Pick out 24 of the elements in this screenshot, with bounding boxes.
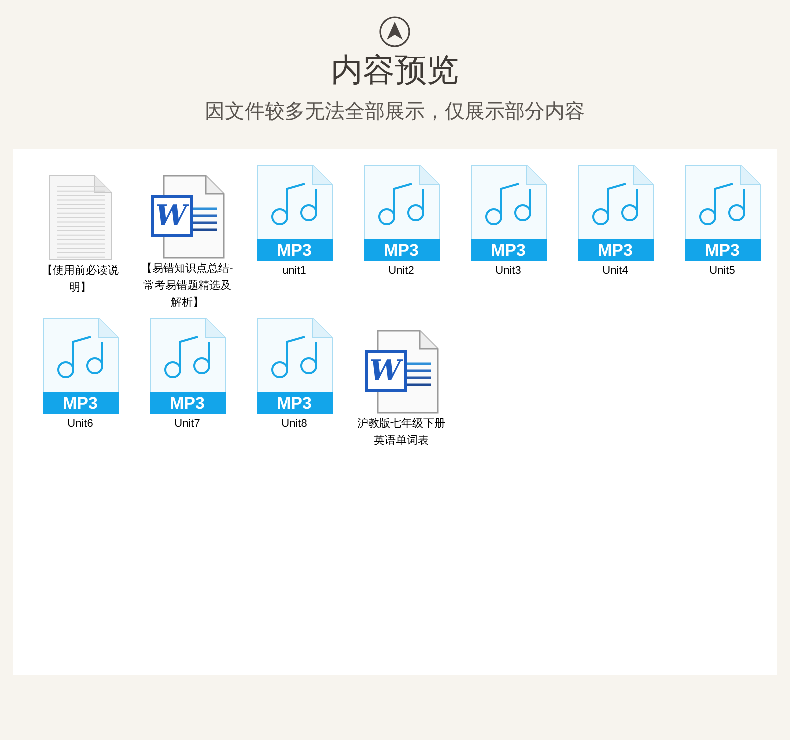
file-name[interactable]: unit1 [246, 263, 342, 280]
file-name[interactable]: 【易错知识点总结-常考易错题精选及解析】 [140, 261, 236, 312]
word-logo: W [364, 350, 406, 392]
word-logo: W [150, 195, 192, 237]
file-type-label: MP3 [684, 239, 760, 261]
file-name[interactable]: Unit8 [246, 416, 342, 433]
file-name[interactable]: Unit3 [460, 263, 556, 280]
file-name[interactable]: 【使用前必读说明】 [32, 263, 128, 297]
file-type-label: MP3 [578, 239, 654, 261]
file-name[interactable]: Unit5 [674, 263, 770, 280]
file-type-label: MP3 [364, 239, 440, 261]
file-name[interactable]: Unit6 [32, 416, 128, 433]
file-type-label: MP3 [470, 239, 546, 261]
file-type-label: MP3 [256, 239, 332, 261]
file-name[interactable]: 沪教版七年级下册英语单词表 [354, 416, 450, 450]
file-name[interactable]: Unit4 [568, 263, 664, 280]
file-name[interactable]: Unit2 [354, 263, 450, 280]
file-type-label: MP3 [256, 392, 332, 414]
file-type-label: MP3 [42, 392, 118, 414]
page-title: 内容预览 [331, 51, 459, 90]
file-type-label: MP3 [150, 392, 226, 414]
page-subtitle: 因文件较多无法全部展示，仅展示部分内容 [205, 100, 585, 125]
file-name[interactable]: Unit7 [140, 416, 236, 433]
text-file-icon [48, 175, 112, 261]
